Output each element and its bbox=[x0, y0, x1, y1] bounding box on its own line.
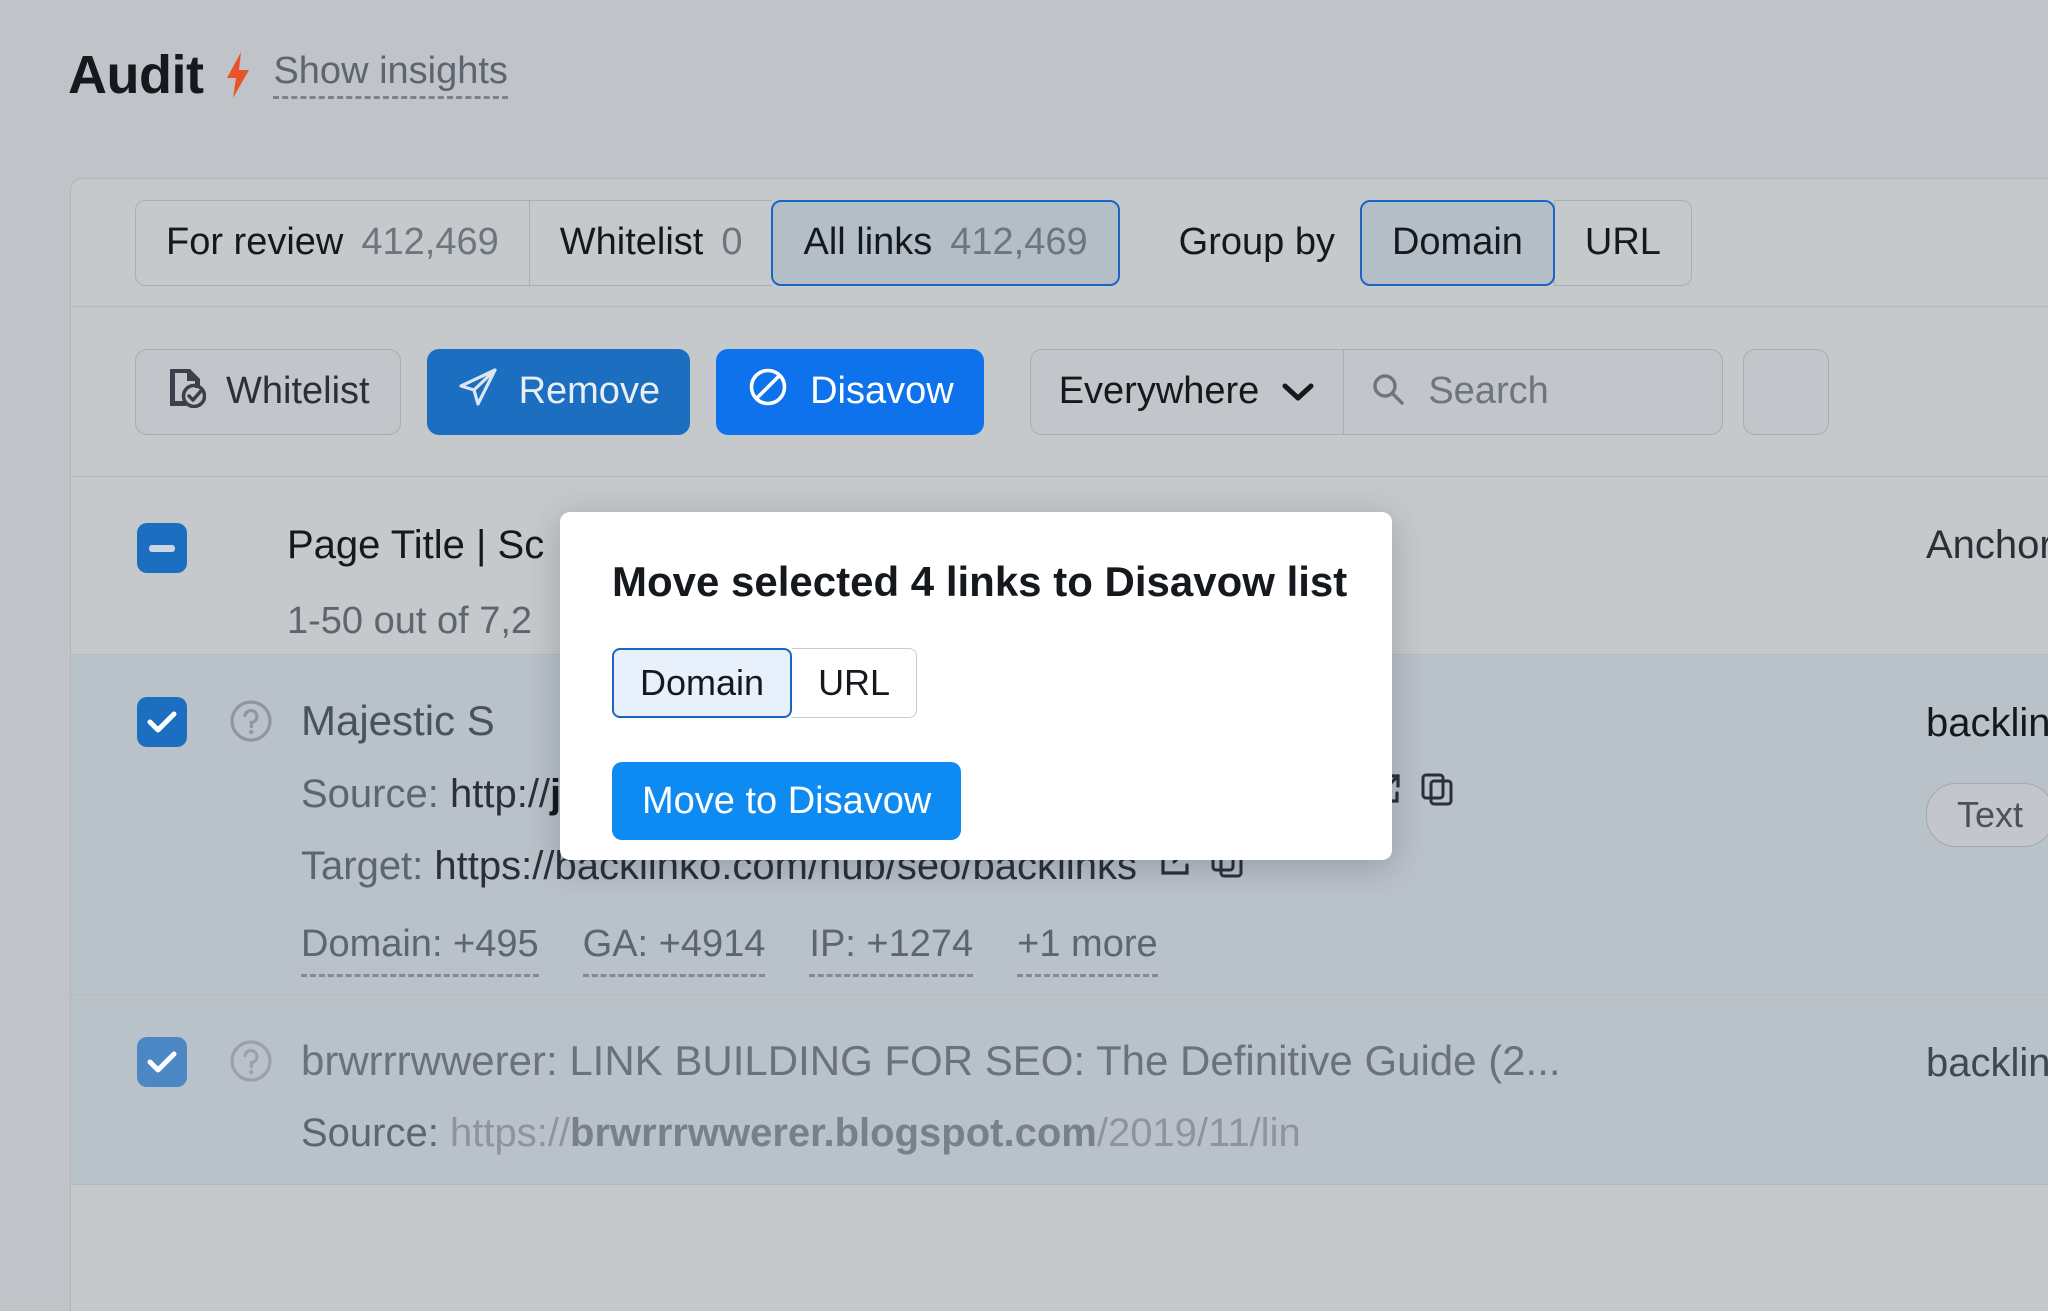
lightning-bolt-icon bbox=[225, 52, 251, 98]
tab-all-links-count: 412,469 bbox=[950, 221, 1087, 264]
metric-domain[interactable]: Domain: +495 bbox=[301, 923, 539, 977]
tab-all-links[interactable]: All links 412,469 bbox=[771, 200, 1119, 286]
copy-icon[interactable] bbox=[1419, 771, 1455, 817]
page-header: Audit Show insights bbox=[68, 44, 508, 106]
group-by-url[interactable]: URL bbox=[1554, 200, 1692, 286]
row-metrics: Domain: +495 GA: +4914 IP: +1274 +1 more bbox=[301, 923, 1455, 977]
tab-for-review[interactable]: For review 412,469 bbox=[135, 200, 529, 286]
question-circle-icon[interactable] bbox=[227, 697, 275, 750]
metric-ip[interactable]: IP: +1274 bbox=[809, 923, 973, 977]
document-check-icon bbox=[166, 366, 206, 418]
page-title: Audit bbox=[68, 44, 203, 106]
row-title: brwrrrwwerer: LINK BUILDING FOR SEO: The… bbox=[301, 1037, 1561, 1085]
status-badge: Text bbox=[1926, 783, 2048, 847]
group-by-domain[interactable]: Domain bbox=[1360, 200, 1555, 286]
table-header-text: Page Title | Sc 1-50 out of 7,2 bbox=[287, 523, 544, 643]
more-options-button[interactable] bbox=[1743, 349, 1829, 435]
search-field[interactable]: Search bbox=[1343, 349, 1723, 435]
metric-ga[interactable]: GA: +4914 bbox=[583, 923, 766, 977]
modal-option-url[interactable]: URL bbox=[792, 648, 917, 718]
modal-option-domain[interactable]: Domain bbox=[612, 648, 792, 718]
row-checkbox[interactable] bbox=[137, 697, 187, 747]
source-label: Source: bbox=[301, 1111, 439, 1156]
select-all-checkbox[interactable] bbox=[137, 523, 187, 573]
row-anchor-value: backlink bbox=[1926, 701, 2048, 746]
scope-select[interactable]: Everywhere bbox=[1030, 349, 1344, 435]
scope-select-value: Everywhere bbox=[1059, 370, 1260, 413]
disavow-button-label: Disavow bbox=[810, 370, 954, 413]
table-row[interactable]: brwrrrwwerer: LINK BUILDING FOR SEO: The… bbox=[71, 995, 2048, 1185]
row-content: brwrrrwwerer: LINK BUILDING FOR SEO: The… bbox=[301, 1037, 1561, 1156]
row-anchor-value: backlink bbox=[1926, 1041, 2048, 1086]
modal-scope-toggle: Domain URL bbox=[612, 648, 917, 718]
whitelist-button[interactable]: Whitelist bbox=[135, 349, 401, 435]
tab-whitelist-count: 0 bbox=[721, 221, 742, 264]
remove-button[interactable]: Remove bbox=[427, 349, 691, 435]
group-by-label: Group by bbox=[1179, 221, 1335, 264]
move-to-disavow-button[interactable]: Move to Disavow bbox=[612, 762, 961, 840]
pagination-label: 1-50 out of 7,2 bbox=[287, 600, 544, 643]
tab-for-review-count: 412,469 bbox=[361, 221, 498, 264]
tab-whitelist-label: Whitelist bbox=[560, 221, 704, 264]
target-label: Target: bbox=[301, 844, 423, 889]
search-icon bbox=[1370, 371, 1406, 412]
source-scheme: https:// bbox=[450, 1111, 570, 1156]
tab-whitelist[interactable]: Whitelist 0 bbox=[529, 200, 773, 286]
actions-toolbar: Whitelist Remove Disav bbox=[71, 307, 2048, 477]
row-source-url: Source: https://brwrrrwwerer.blogspot.co… bbox=[301, 1111, 1561, 1156]
disavow-modal: Move selected 4 links to Disavow list Do… bbox=[560, 512, 1392, 860]
question-circle-icon[interactable] bbox=[227, 1037, 275, 1090]
source-label: Source: bbox=[301, 772, 439, 817]
tab-for-review-label: For review bbox=[166, 221, 343, 264]
remove-button-label: Remove bbox=[519, 370, 661, 413]
row-checkbox[interactable] bbox=[137, 1037, 187, 1087]
metric-more[interactable]: +1 more bbox=[1017, 923, 1157, 977]
filters-row: For review 412,469 Whitelist 0 All links… bbox=[71, 179, 2048, 307]
column-page-title: Page Title | Sc bbox=[287, 523, 544, 568]
tab-all-links-label: All links bbox=[803, 221, 932, 264]
source-domain: brwrrrwwerer.blogspot.com bbox=[570, 1111, 1097, 1156]
source-path: /2019/11/lin bbox=[1097, 1111, 1301, 1156]
paper-plane-icon bbox=[457, 366, 499, 418]
audit-page: Audit Show insights For review 412,469 W… bbox=[0, 0, 2048, 1311]
link-filter-tabs: For review 412,469 Whitelist 0 All links… bbox=[135, 200, 1119, 286]
whitelist-button-label: Whitelist bbox=[226, 370, 370, 413]
column-anchor: Anchor bbox=[1926, 523, 2048, 568]
show-insights-link[interactable]: Show insights bbox=[273, 52, 507, 99]
no-entry-icon bbox=[746, 365, 790, 419]
group-by-toggle: Domain URL bbox=[1361, 200, 1692, 286]
modal-title: Move selected 4 links to Disavow list bbox=[612, 558, 1340, 606]
chevron-down-icon bbox=[1281, 370, 1315, 413]
disavow-button[interactable]: Disavow bbox=[716, 349, 984, 435]
group-by-control: Group by Domain URL bbox=[1179, 200, 1692, 286]
source-scheme: http:// bbox=[450, 772, 550, 817]
target-scheme: https:// bbox=[434, 844, 554, 889]
search-input[interactable]: Search bbox=[1428, 370, 1548, 413]
